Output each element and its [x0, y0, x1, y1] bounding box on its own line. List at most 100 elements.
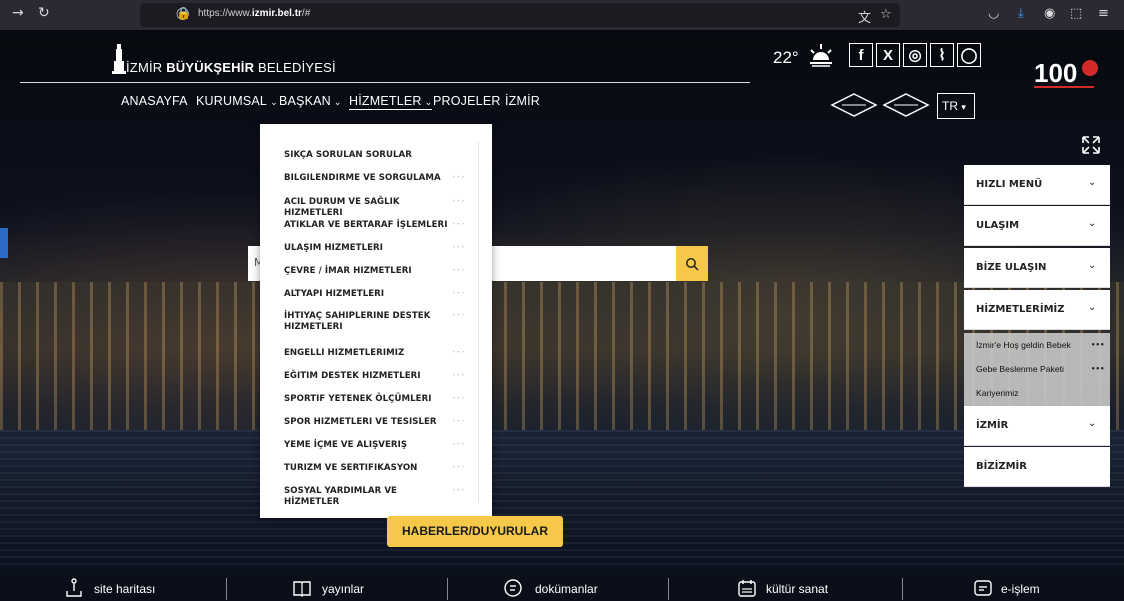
more-dots-icon[interactable]: •••	[452, 487, 466, 494]
calendar-icon[interactable]	[737, 578, 757, 598]
rss-icon[interactable]: ⌇	[930, 43, 954, 67]
more-dots-icon[interactable]: •••	[1091, 365, 1104, 373]
more-dots-icon[interactable]: •••	[452, 290, 466, 297]
url-text: https://www.izmir.bel.tr/#	[198, 8, 311, 19]
accordion-bize-ulasin[interactable]: BİZE ULAŞIN ⌄	[964, 248, 1110, 288]
header-divider	[20, 82, 750, 83]
sub-item[interactable]: Gebe Beslenme Paketi	[976, 364, 1064, 374]
dropdown-item[interactable]: SOSYAL YARDIMLAR VE HİZMETLER	[284, 486, 452, 508]
nav-anasayfa[interactable]: ANASAYFA	[121, 94, 188, 108]
side-tab[interactable]	[0, 228, 8, 258]
footer-divider	[668, 578, 669, 600]
chat-icon[interactable]	[973, 578, 993, 598]
accordion-label: İZMİR	[976, 420, 1009, 431]
dropdown-item[interactable]: TURIZM VE SERTIFIKASYON	[284, 463, 452, 474]
footer-divider	[226, 578, 227, 600]
facebook-icon[interactable]: f	[849, 43, 873, 67]
svg-text:100: 100	[1034, 58, 1077, 88]
sub-item[interactable]: Kariyerimiz	[976, 388, 1019, 398]
footer-kultur-sanat[interactable]: kültür sanat	[766, 582, 828, 596]
city-lights	[0, 282, 1124, 432]
bookmark-star-icon[interactable]: ☆	[880, 7, 892, 22]
accordion-hizli-menu[interactable]: HIZLI MENÜ ⌄	[964, 165, 1110, 205]
bay-water	[0, 430, 1124, 570]
dropdown-item[interactable]: SIKÇA SORULAN SORULAR	[284, 150, 452, 161]
more-dots-icon[interactable]: •••	[452, 221, 466, 228]
footer-site-haritasi[interactable]: site haritası	[94, 582, 155, 596]
download-icon[interactable]: ⤓	[1018, 6, 1024, 21]
footer-divider	[902, 578, 903, 600]
forward-icon[interactable]: →	[12, 5, 24, 21]
x-twitter-icon[interactable]: X	[876, 43, 900, 67]
fullscreen-icon[interactable]	[1081, 135, 1101, 155]
dropdown-item[interactable]: BILGILENDIRME VE SORGULAMA	[284, 173, 452, 184]
footer-dokumanlar[interactable]: dokümanlar	[535, 582, 598, 596]
more-dots-icon[interactable]: •••	[452, 267, 466, 274]
nav-hizmetler[interactable]: HİZMETLER ⌄	[349, 94, 433, 110]
dropdown-item[interactable]: ACIL DURUM VE SAĞLIK HIZMETLERI	[284, 197, 452, 219]
accordion-label: HİZMETLERİMİZ	[976, 304, 1065, 315]
logo-text-3: BELEDİYESİ	[254, 60, 336, 75]
more-dots-icon[interactable]: •••	[452, 372, 466, 379]
search-icon	[686, 257, 699, 271]
more-dots-icon[interactable]: •••	[452, 464, 466, 471]
search-button[interactable]	[676, 246, 708, 281]
instagram-icon[interactable]: ◎	[903, 43, 927, 67]
dropdown-item[interactable]: SPOR HIZMETLERI VE TESISLER	[284, 417, 452, 428]
dropdown-item[interactable]: ÇEVRE / İMAR HIZMETLERI	[284, 266, 452, 277]
whatsapp-icon[interactable]: ◯	[957, 43, 981, 67]
accordion-hizmetlerimiz[interactable]: HİZMETLERİMİZ ⌄	[964, 290, 1110, 330]
dropdown-item[interactable]: İHTIYAÇ SAHIPLERINE DESTEK HIZMETLERI	[284, 311, 452, 333]
nav-baskan[interactable]: BAŞKAN ⌄	[279, 94, 342, 108]
more-dots-icon[interactable]: •••	[452, 349, 466, 356]
search-input[interactable]	[490, 246, 678, 281]
more-dots-icon[interactable]: •••	[452, 395, 466, 402]
lock-icon[interactable]: 🔒	[176, 6, 191, 20]
more-dots-icon[interactable]: •••	[452, 441, 466, 448]
partner-logo-1[interactable]	[830, 93, 878, 117]
pocket-icon[interactable]: ◡	[988, 6, 999, 21]
chevron-down-icon: ⌄	[270, 97, 278, 107]
language-select[interactable]: TR ▾	[937, 93, 975, 119]
partner-logo-2[interactable]	[882, 93, 930, 117]
footer-e-islem[interactable]: e-işlem	[1001, 582, 1040, 596]
municipality-logo[interactable]: İZMİR BÜYÜKŞEHİR BELEDİYESİ	[126, 60, 336, 75]
accordion-bizizmir[interactable]: BİZİZMİR	[964, 447, 1110, 487]
book-icon[interactable]	[292, 578, 312, 598]
dropdown-item[interactable]: YEME İÇME VE ALIŞVERIŞ	[284, 440, 452, 451]
dropdown-item[interactable]: EĞITIM DESTEK HIZMETLERI	[284, 371, 452, 382]
accordion-izmir[interactable]: İZMİR ⌄	[964, 406, 1110, 446]
translate-icon[interactable]: 文	[858, 7, 871, 26]
chevron-down-icon: ⌄	[1088, 260, 1097, 271]
account-icon[interactable]: ◉	[1044, 6, 1055, 21]
document-icon[interactable]	[503, 578, 523, 598]
chevron-down-icon: ⌄	[333, 97, 342, 107]
dropdown-item[interactable]: ATIKLAR VE BERTARAF İŞLEMLERI	[284, 220, 452, 231]
more-dots-icon[interactable]: •••	[452, 174, 466, 181]
dropdown-item[interactable]: ALTYAPI HIZMETLERI	[284, 289, 452, 300]
news-button[interactable]: HABERLER/DUYURULAR	[387, 516, 563, 547]
sub-item[interactable]: İzmir'e Hoş geldin Bebek	[976, 340, 1071, 350]
temperature: 22°	[773, 48, 799, 67]
dropdown-item[interactable]: ULAŞIM HIZMETLERI	[284, 243, 452, 254]
dropdown-item[interactable]: SPORTIF YETENEK ÖLÇÜMLERI	[284, 394, 452, 405]
logo-text-2: BÜYÜKŞEHİR	[166, 60, 255, 75]
sitemap-icon[interactable]	[64, 578, 84, 598]
more-dots-icon[interactable]: •••	[452, 198, 466, 205]
accordion-ulasim[interactable]: ULAŞIM ⌄	[964, 206, 1110, 246]
nav-izmir[interactable]: İZMİR	[505, 94, 540, 108]
more-dots-icon[interactable]: •••	[452, 418, 466, 425]
nav-kurumsal[interactable]: KURUMSAL ⌄	[196, 94, 278, 108]
footer-yayinlar[interactable]: yayınlar	[322, 582, 364, 596]
more-dots-icon[interactable]: •••	[452, 244, 466, 251]
url-bar[interactable]: ◯ 🔒 https://www.izmir.bel.tr/# 文 ☆	[140, 3, 900, 27]
chevron-down-icon: ⌄	[1088, 218, 1097, 229]
reload-icon[interactable]: ↻	[38, 5, 50, 21]
dropdown-item[interactable]: ENGELLI HIZMETLERIMIZ	[284, 348, 452, 359]
menu-icon[interactable]: ≡	[1098, 6, 1109, 21]
more-dots-icon[interactable]: •••	[1091, 341, 1104, 349]
nav-projeler[interactable]: PROJELER	[433, 94, 501, 108]
more-dots-icon[interactable]: •••	[452, 312, 466, 319]
extensions-icon[interactable]: ⬚	[1070, 6, 1082, 21]
logo-text-1: İZMİR	[126, 60, 167, 75]
